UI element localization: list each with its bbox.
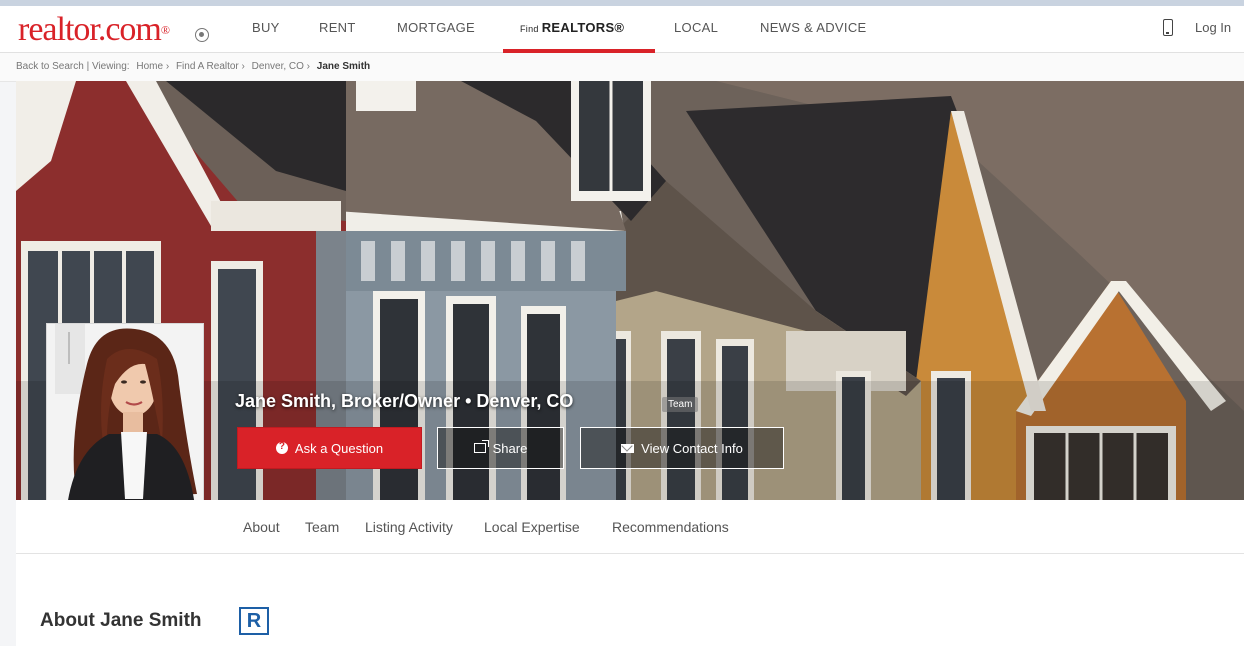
breadcrumb-denver[interactable]: Denver, CO › — [252, 61, 310, 72]
question-icon — [275, 441, 288, 454]
logo-text: realtor.com — [18, 11, 162, 48]
nav-mortgage[interactable]: MORTGAGE — [397, 20, 475, 35]
page: realtor.com® BUY RENT MORTGAGE Find REALT… — [0, 0, 1244, 646]
agent-portrait — [47, 324, 203, 527]
ask-question-button[interactable]: Ask a Question — [237, 427, 422, 469]
logo-registered-mark: ® — [160, 23, 170, 37]
tab-about[interactable]: About — [243, 519, 280, 535]
breadcrumb-find-realtor[interactable]: Find A Realtor › — [176, 61, 245, 72]
breadcrumb-trail: Back to Search | Viewing: Home › Find A … — [16, 61, 374, 72]
about-title: About Jane Smith — [40, 610, 202, 631]
tab-recommendations[interactable]: Recommendations — [612, 519, 729, 535]
share-button[interactable]: Share — [437, 427, 564, 469]
login-link[interactable]: Log In — [1195, 20, 1231, 35]
realtor-logo[interactable]: realtor.com® — [18, 11, 170, 48]
top-navigation-bar: realtor.com® BUY RENT MORTGAGE Find REALT… — [0, 6, 1244, 53]
view-contact-info-button[interactable]: View Contact Info — [580, 427, 784, 469]
ask-question-label: Ask a Question — [294, 440, 384, 456]
realtor-r-badge-icon: R — [239, 607, 269, 635]
agent-profile-photo[interactable] — [46, 323, 204, 528]
nav-news-advice[interactable]: NEWS & ADVICE — [760, 20, 866, 35]
nav-rent[interactable]: RENT — [319, 20, 356, 35]
phone-icon[interactable] — [1163, 19, 1173, 36]
profile-tabs: About Team Listing Activity Local Expert… — [16, 500, 1244, 554]
breadcrumb-current: Jane Smith — [316, 61, 371, 72]
tab-listing-activity[interactable]: Listing Activity — [365, 519, 453, 535]
breadcrumb-home[interactable]: Home › — [136, 61, 169, 72]
team-badge: Team — [662, 397, 699, 412]
nav-buy[interactable]: BUY — [252, 20, 280, 35]
about-section: About Jane Smith R — [16, 554, 1244, 646]
view-contact-info-label: View Contact Info — [641, 440, 743, 456]
share-label: Share — [492, 440, 528, 456]
nav-local[interactable]: LOCAL — [674, 20, 718, 35]
breadcrumb: Back to Search | Viewing: Home › Find A … — [0, 53, 1244, 82]
back-to-search-link[interactable]: Back to Search | Viewing: — [16, 61, 130, 72]
envelope-icon — [621, 443, 635, 453]
tab-team[interactable]: Team — [305, 519, 339, 535]
share-icon — [473, 440, 489, 453]
nav-find-realtors[interactable]: Find REALTORS® — [520, 20, 624, 35]
tab-local-expertise[interactable]: Local Expertise — [484, 519, 580, 535]
nav-find-prefix: Find — [520, 24, 539, 34]
location-target-icon[interactable] — [195, 28, 209, 42]
agent-headline: Jane Smith, Broker/Owner • Denver, CO — [235, 391, 574, 411]
nav-find-realtors-label: REALTORS® — [541, 20, 625, 35]
